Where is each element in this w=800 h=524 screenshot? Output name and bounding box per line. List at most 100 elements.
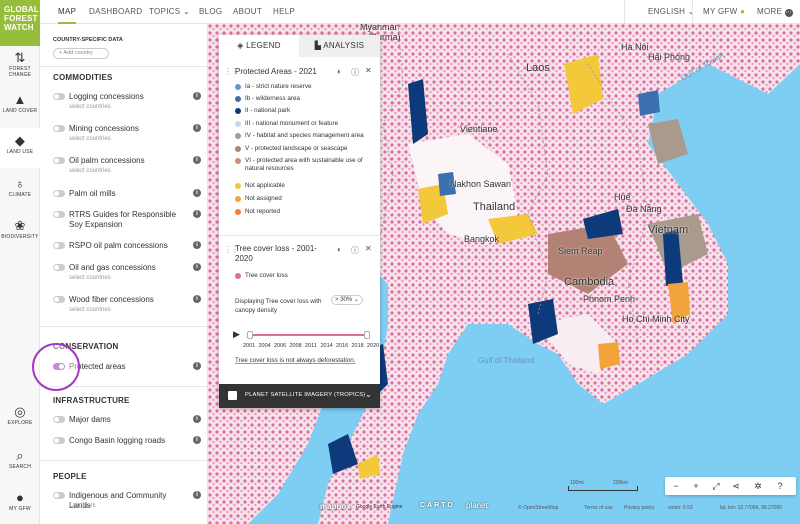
zoom-out-button[interactable]: − [667, 477, 685, 495]
rail-climate[interactable]: ♁ CLIMATE [0, 172, 40, 206]
fullscreen-icon[interactable]: ⤢ [707, 477, 725, 495]
top-navigation: MAP DASHBOARD TOPICS ⌄ BLOG ABOUT HELP E… [0, 0, 800, 24]
rail-land-use[interactable]: ◆ LAND USE [0, 128, 40, 168]
layer-toggle[interactable] [53, 125, 65, 132]
nav-topics[interactable]: TOPICS ⌄ [149, 0, 190, 24]
rail-my-gfw[interactable]: ● MY GFW [0, 490, 40, 522]
close-icon[interactable]: ✕ [365, 66, 372, 75]
info-icon[interactable]: i [193, 124, 201, 132]
info-icon[interactable]: i [193, 491, 201, 499]
label-nakhon-sawan: Nakhon Sawan [450, 179, 512, 189]
share-icon[interactable]: ⋖ [727, 477, 745, 495]
lat-lon-readout: lat, lon: 12.77099, 98.27090 [720, 505, 782, 511]
gfw-logo[interactable]: GLOBAL FOREST WATCH [0, 0, 40, 46]
info-icon[interactable]: i [193, 241, 201, 249]
divider [40, 66, 207, 67]
timeline-year-label: 2011 [305, 343, 317, 349]
mapbox-logo: mapbox [320, 502, 351, 511]
nav-help[interactable]: HELP [273, 0, 295, 24]
layer-toggle[interactable] [53, 492, 65, 499]
info-icon[interactable]: i [193, 362, 201, 370]
protected-area [638, 90, 660, 116]
info-icon[interactable]: i [193, 295, 201, 303]
play-button[interactable]: ▶ [233, 329, 240, 340]
select-countries-link[interactable]: select countries [69, 275, 111, 281]
layers-icon: ◈ [237, 41, 244, 50]
timeline-end-handle[interactable] [364, 331, 370, 339]
more-icon: ⋯ [784, 9, 793, 17]
layer-toggle[interactable] [53, 157, 65, 164]
privacy-link[interactable]: Privacy policy [624, 505, 655, 511]
layer-toggle[interactable] [53, 296, 65, 303]
nav-blog[interactable]: BLOG [199, 0, 222, 24]
timeline-track[interactable] [249, 334, 367, 336]
layer-toggle[interactable] [53, 437, 65, 444]
info-icon[interactable]: i [193, 436, 201, 444]
country-data-heading: COUNTRY-SPECIFIC DATA [53, 37, 123, 43]
legend-item-label: III - national monument or feature [245, 120, 339, 127]
timeline-year-label: 2020 [367, 343, 380, 349]
select-countries-link[interactable]: select countries [69, 168, 111, 174]
info-icon[interactable]: i [193, 415, 201, 423]
opacity-icon[interactable]: ◐ [337, 67, 342, 76]
timeline-year-label: 2014 [320, 343, 333, 349]
layer-toggle[interactable] [53, 416, 65, 423]
layer-congo-logging-roads: Congo Basin logging roads i [53, 436, 203, 448]
timeline-year-label: 2008 [289, 343, 302, 349]
nav-divider [624, 0, 625, 24]
info-icon[interactable]: i [193, 156, 201, 164]
rail-label: LAND COVER [2, 108, 38, 114]
add-country-button[interactable]: + Add country [53, 48, 109, 59]
canopy-density-select[interactable]: > 30% ⌄ [331, 295, 363, 305]
info-icon[interactable]: i [193, 92, 201, 100]
info-icon[interactable]: ⓘ [351, 67, 359, 78]
legend-swatch [235, 196, 241, 202]
nav-map[interactable]: MAP [58, 0, 77, 24]
layer-label: Oil palm concessions [69, 156, 145, 165]
layer-toggle[interactable] [53, 211, 65, 218]
info-icon[interactable]: i [193, 263, 201, 271]
legend-swatch [235, 183, 241, 189]
info-icon[interactable]: i [193, 210, 201, 218]
zoom-in-button[interactable]: + [687, 477, 705, 495]
tab-analysis[interactable]: ▙ ANALYSIS [299, 35, 380, 57]
attribution-osm[interactable]: © OpenStreetMap [518, 505, 558, 511]
planet-checkbox[interactable] [228, 391, 237, 400]
rail-search[interactable]: ⌕ SEARCH [0, 448, 40, 480]
select-countries-link[interactable]: select countries [69, 104, 111, 110]
nav-about[interactable]: ABOUT [233, 0, 262, 24]
language-selector[interactable]: ENGLISH ⌄ [648, 0, 695, 24]
rail-biodiversity[interactable]: ❀ BIODIVERSITY [0, 214, 40, 248]
close-icon[interactable]: ✕ [365, 244, 372, 253]
help-icon[interactable]: ? [771, 477, 789, 495]
select-countries-link[interactable]: select countries [69, 136, 111, 142]
settings-icon[interactable]: ✲ [749, 477, 767, 495]
nav-dashboard[interactable]: DASHBOARD [89, 0, 142, 24]
layer-toggle[interactable] [53, 264, 65, 271]
layer-toggle[interactable] [53, 93, 65, 100]
rail-explore[interactable]: ◎ EXPLORE [0, 404, 40, 436]
analysis-icon: ▙ [314, 41, 322, 50]
terms-link[interactable]: Terms of use [584, 505, 613, 511]
info-icon[interactable]: ⓘ [351, 245, 359, 256]
layer-wood-fiber-concessions: Wood fiber concessions select countries … [53, 295, 203, 317]
planet-imagery-bar[interactable]: PLANET SATELLITE IMAGERY (TROPICS) ⌄ [219, 384, 380, 408]
select-countries-link[interactable]: select countries [69, 307, 111, 313]
info-icon[interactable]: i [193, 189, 201, 197]
more-menu[interactable]: MORE ⋯ [757, 0, 793, 24]
deforestation-note[interactable]: Tree cover loss is not always deforestat… [235, 357, 356, 364]
chevron-down-icon[interactable]: ⌄ [365, 390, 372, 399]
my-gfw-link[interactable]: MY GFW ● [703, 0, 745, 24]
rail-land-cover[interactable]: ▲ LAND COVER [0, 88, 40, 122]
rail-forest-change[interactable]: ⇅ FOREST CHANGE [0, 46, 40, 86]
timeline-start-handle[interactable] [247, 331, 253, 339]
zoom-level: zoom: 5.52 [668, 505, 693, 511]
layer-toggle[interactable] [53, 190, 65, 197]
layer-oil-gas-concessions: Oil and gas concessions select countries… [53, 263, 203, 285]
legend-swatch [235, 273, 241, 279]
opacity-icon[interactable]: ◐ [337, 245, 342, 254]
layers-icon: ◆ [14, 133, 26, 148]
map-controls: − + ⤢ ⋖ ✲ ? [665, 477, 796, 495]
tab-legend[interactable]: ◈ LEGEND [219, 35, 299, 57]
layer-toggle[interactable] [53, 242, 65, 249]
